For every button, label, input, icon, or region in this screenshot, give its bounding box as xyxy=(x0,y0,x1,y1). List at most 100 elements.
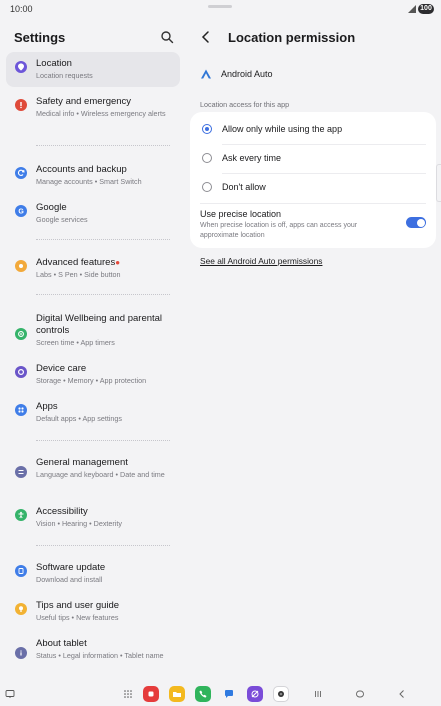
sidebar-item-google[interactable]: G Google Google services xyxy=(6,196,180,231)
battery-icon: 100 xyxy=(418,4,434,14)
app-red-icon[interactable] xyxy=(143,686,159,702)
permission-card: Allow only while using the app Ask every… xyxy=(190,112,436,248)
search-icon[interactable] xyxy=(160,30,174,44)
sidebar-item-location[interactable]: Location Location requests xyxy=(6,52,180,87)
radio-unselected[interactable] xyxy=(202,182,212,192)
option-dont-allow[interactable]: Don't allow xyxy=(200,174,426,202)
advanced-features-icon xyxy=(15,260,27,272)
option-label: Allow only while using the app xyxy=(222,124,343,134)
sidebar-item-subtitle: Default apps • App settings xyxy=(36,414,123,423)
sidebar-item-subtitle: Screen time • App timers xyxy=(36,338,115,347)
info-icon xyxy=(15,647,27,659)
app-name: Android Auto xyxy=(221,69,273,79)
sidebar-item-label: Apps xyxy=(36,401,58,412)
sidebar-item-apps[interactable]: Apps Default apps • App settings xyxy=(6,395,180,430)
google-icon: G xyxy=(15,205,27,217)
sidebar-item-subtitle: Language and keyboard • Date and time xyxy=(36,470,165,479)
sidebar-item-software-update[interactable]: Software update Download and install xyxy=(6,556,180,591)
sidebar-item-label: Tips and user guide xyxy=(36,600,120,611)
divider xyxy=(36,294,170,295)
detail-pane: Location permission Android Auto Locatio… xyxy=(190,18,441,682)
app-drawer-icon[interactable] xyxy=(120,686,136,702)
sidebar-item-label: Location xyxy=(36,58,72,69)
software-update-icon xyxy=(15,565,27,577)
settings-header: Settings xyxy=(14,28,178,48)
wellbeing-icon xyxy=(15,328,27,340)
back-arrow-icon[interactable] xyxy=(200,30,212,44)
sidebar-item-label: Software update xyxy=(36,562,106,573)
divider xyxy=(200,203,426,204)
sidebar-item-label: Safety and emergency xyxy=(36,96,132,107)
detail-header: Location permission xyxy=(200,28,440,48)
accessibility-icon xyxy=(15,509,27,521)
divider xyxy=(36,239,170,240)
sidebar-item-accounts[interactable]: Accounts and backup Manage accounts • Sm… xyxy=(6,158,180,193)
phone-icon[interactable] xyxy=(195,686,211,702)
radio-unselected[interactable] xyxy=(202,153,212,163)
sidebar-item-label: Digital Wellbeing and parental controls xyxy=(36,313,163,336)
sidebar-item-device-care[interactable]: Device care Storage • Memory • App prote… xyxy=(6,357,180,392)
screen-capture-icon[interactable] xyxy=(2,686,18,702)
precise-title: Use precise location xyxy=(200,209,282,219)
sidebar-item-tips[interactable]: Tips and user guide Useful tips • New fe… xyxy=(6,594,180,629)
sidebar-item-label: Device care xyxy=(36,363,87,374)
see-all-permissions-link[interactable]: See all Android Auto permissions xyxy=(200,256,322,266)
sidebar-item-label: About tablet xyxy=(36,638,87,649)
internet-icon[interactable] xyxy=(247,686,263,702)
sidebar-item-label: Accessibility xyxy=(36,506,88,517)
drag-handle[interactable] xyxy=(208,5,232,8)
divider xyxy=(36,145,170,146)
home-icon[interactable] xyxy=(352,686,368,702)
signal-icon xyxy=(408,5,416,13)
sidebar-item-subtitle: Location requests xyxy=(36,71,93,80)
back-icon[interactable] xyxy=(394,686,410,702)
sidebar-item-general-management[interactable]: General management Language and keyboard… xyxy=(6,451,180,486)
recent-apps-icon[interactable] xyxy=(310,686,326,702)
sidebar-item-subtitle: Status • Legal information • Tablet name xyxy=(36,651,164,660)
sidebar-item-subtitle: Labs • S Pen • Side button xyxy=(36,270,121,279)
svg-text:G: G xyxy=(18,209,24,215)
lightbulb-icon xyxy=(15,603,27,615)
app-row: Android Auto xyxy=(200,68,430,82)
status-time: 10:00 xyxy=(10,4,33,14)
sidebar-item-safety[interactable]: Safety and emergency Medical info • Wire… xyxy=(6,90,180,125)
edge-panel-handle[interactable] xyxy=(436,164,441,202)
option-label: Don't allow xyxy=(222,182,266,192)
sidebar-item-about-tablet[interactable]: About tablet Status • Legal information … xyxy=(6,632,180,667)
sidebar-item-accessibility[interactable]: Accessibility Vision • Hearing • Dexteri… xyxy=(6,500,180,535)
settings-pane: Settings Location Location requests Safe… xyxy=(0,18,186,682)
sidebar-item-subtitle: Google services xyxy=(36,215,88,224)
precise-location-row[interactable]: Use precise location When precise locati… xyxy=(200,209,426,243)
divider xyxy=(36,545,170,546)
device-care-icon xyxy=(15,366,27,378)
precise-location-toggle[interactable] xyxy=(406,217,426,228)
option-allow-while-using[interactable]: Allow only while using the app xyxy=(200,116,426,144)
sliders-icon xyxy=(15,466,27,478)
folder-icon[interactable] xyxy=(169,686,185,702)
apps-icon xyxy=(15,404,27,416)
messages-icon[interactable] xyxy=(221,686,237,702)
camera-icon[interactable] xyxy=(273,686,289,702)
sidebar-item-subtitle: Storage • Memory • App protection xyxy=(36,376,147,385)
divider xyxy=(36,440,170,441)
location-icon xyxy=(15,61,27,73)
sidebar-item-digital-wellbeing[interactable]: Digital Wellbeing and parental controls … xyxy=(6,307,180,354)
sidebar-item-label: Accounts and backup xyxy=(36,164,127,175)
new-badge-icon: ● xyxy=(115,258,121,267)
sync-icon xyxy=(15,167,27,179)
taskbar xyxy=(0,682,441,706)
option-ask-every-time[interactable]: Ask every time xyxy=(200,145,426,173)
sidebar-item-subtitle: Manage accounts • Smart Switch xyxy=(36,177,142,186)
alert-icon xyxy=(15,99,27,111)
android-auto-icon xyxy=(201,69,211,79)
status-bar: 10:00 100 xyxy=(0,0,441,18)
sidebar-item-subtitle: Medical info • Wireless emergency alerts xyxy=(36,109,166,118)
sidebar-item-label: Google xyxy=(36,202,67,213)
sidebar-item-label: Advanced features xyxy=(36,257,116,268)
sidebar-item-title-wrap: Advanced features● xyxy=(36,257,172,269)
page-title: Settings xyxy=(14,30,66,45)
sidebar-item-subtitle: Useful tips • New features xyxy=(36,613,119,622)
radio-selected[interactable] xyxy=(202,124,212,134)
section-label: Location access for this app xyxy=(200,100,290,109)
sidebar-item-advanced-features[interactable]: Advanced features● Labs • S Pen • Side b… xyxy=(6,251,180,286)
